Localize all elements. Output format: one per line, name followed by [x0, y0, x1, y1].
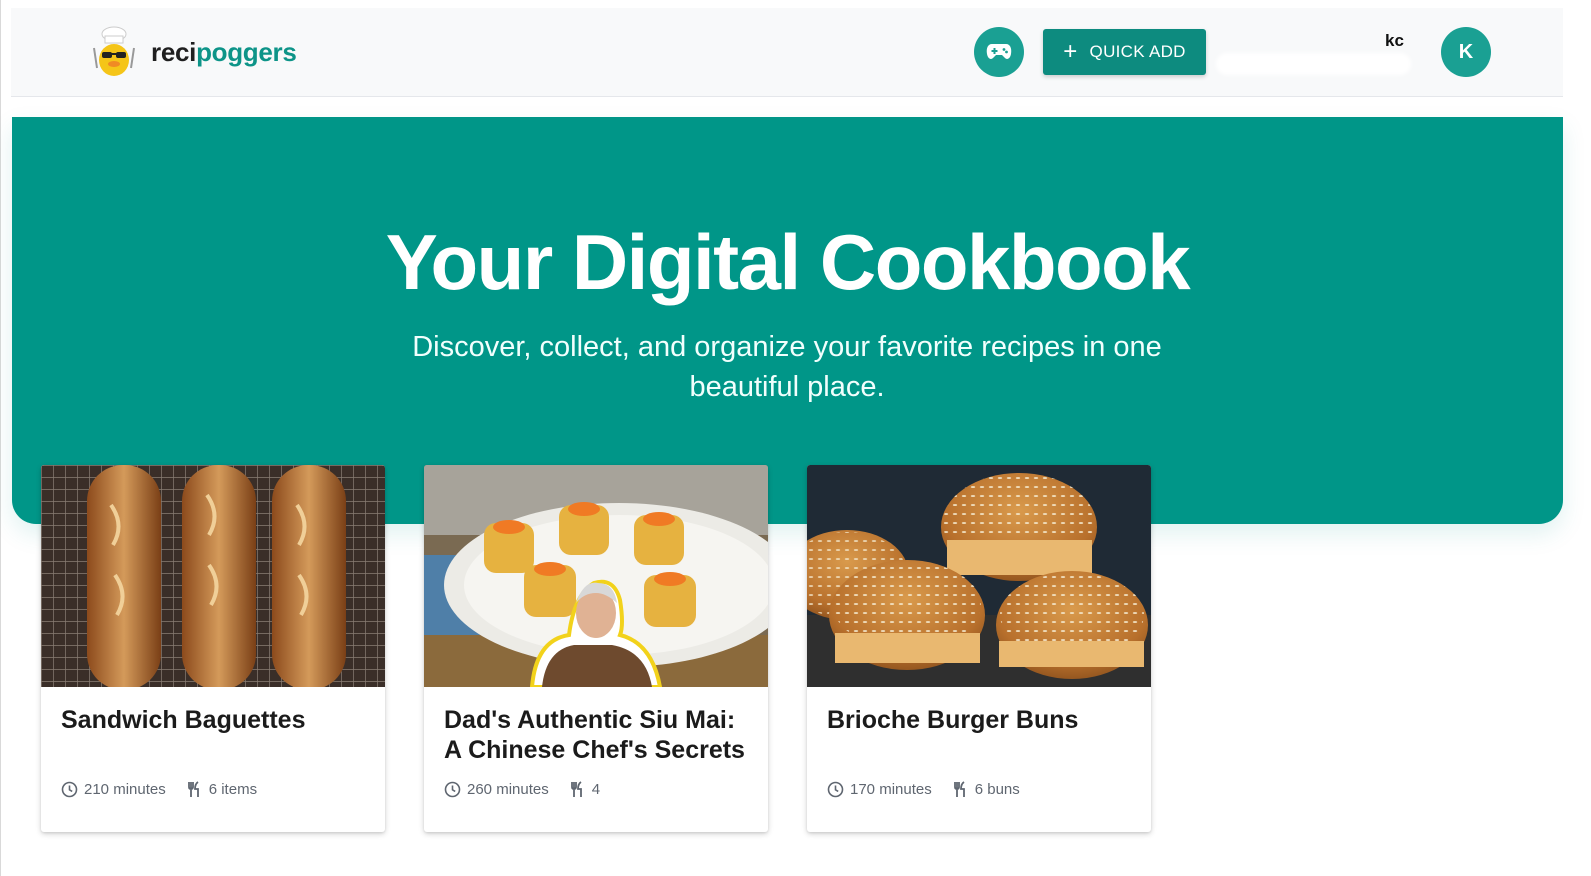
- cook-time-value: 210 minutes: [84, 781, 166, 798]
- username-label: kc: [1385, 31, 1404, 50]
- recipe-meta: 260 minutes 4: [444, 781, 600, 798]
- servings: 6 items: [186, 781, 257, 798]
- servings-value: 6 buns: [974, 781, 1020, 798]
- utensils-icon: [953, 781, 965, 797]
- brand-name: recipoggers: [151, 37, 297, 68]
- user-avatar-button[interactable]: K: [1441, 27, 1491, 77]
- recipe-image-brioche-buns: [807, 465, 1151, 687]
- recipe-meta: 170 minutes 6 buns: [827, 781, 1020, 798]
- recipe-image-siu-mai: [424, 465, 768, 687]
- clock-icon: [444, 781, 461, 798]
- recipe-card[interactable]: Dad's Authentic Siu Mai: A Chinese Chef'…: [424, 465, 768, 832]
- plus-icon: +: [1063, 38, 1078, 65]
- brand-logo-link[interactable]: recipoggers: [89, 22, 297, 82]
- clock-icon: [827, 781, 844, 798]
- recipe-meta: 210 minutes 6 items: [61, 781, 257, 798]
- recipe-title: Sandwich Baguettes: [61, 706, 306, 734]
- servings: 6 buns: [952, 781, 1020, 798]
- utensils-icon: [187, 781, 199, 797]
- quick-add-button[interactable]: + QUICK ADD: [1043, 29, 1206, 75]
- gamepad-icon: [986, 44, 1012, 59]
- brand-name-part2: poggers: [196, 36, 297, 67]
- hero-banner: Your Digital Cookbook Discover, collect,…: [12, 117, 1563, 524]
- recipe-title: Dad's Authentic Siu Mai: A Chinese Chef'…: [444, 706, 745, 764]
- top-nav-bar: recipoggers + QUICK ADD kc K: [11, 8, 1563, 97]
- servings: 4: [569, 781, 600, 798]
- cook-time-value: 260 minutes: [467, 781, 549, 798]
- game-button[interactable]: [974, 27, 1024, 77]
- recipe-card[interactable]: Brioche Burger Buns 170 minutes 6 buns: [807, 465, 1151, 832]
- recipe-card[interactable]: Sandwich Baguettes 210 minutes 6 items: [41, 465, 385, 832]
- username-redacted-area: [1216, 53, 1411, 75]
- cook-time: 210 minutes: [61, 781, 166, 798]
- utensils-icon: [570, 781, 582, 797]
- recipe-image-baguettes: [41, 465, 385, 687]
- cook-time-value: 170 minutes: [850, 781, 932, 798]
- brand-name-part1: reci: [151, 36, 197, 67]
- servings-value: 6 items: [208, 781, 258, 798]
- quick-add-label: QUICK ADD: [1089, 42, 1186, 61]
- clock-icon: [61, 781, 78, 798]
- hero-subtitle: Discover, collect, and organize your fav…: [412, 331, 1162, 403]
- cook-time: 260 minutes: [444, 781, 549, 798]
- cook-time: 170 minutes: [827, 781, 932, 798]
- hero-title: Your Digital Cookbook: [385, 218, 1191, 306]
- recipe-title: Brioche Burger Buns: [827, 706, 1079, 734]
- chef-duck-logo-icon: [93, 26, 135, 76]
- servings-value: 4: [591, 781, 601, 798]
- app-frame: recipoggers + QUICK ADD kc K Your Digita…: [0, 0, 1591, 876]
